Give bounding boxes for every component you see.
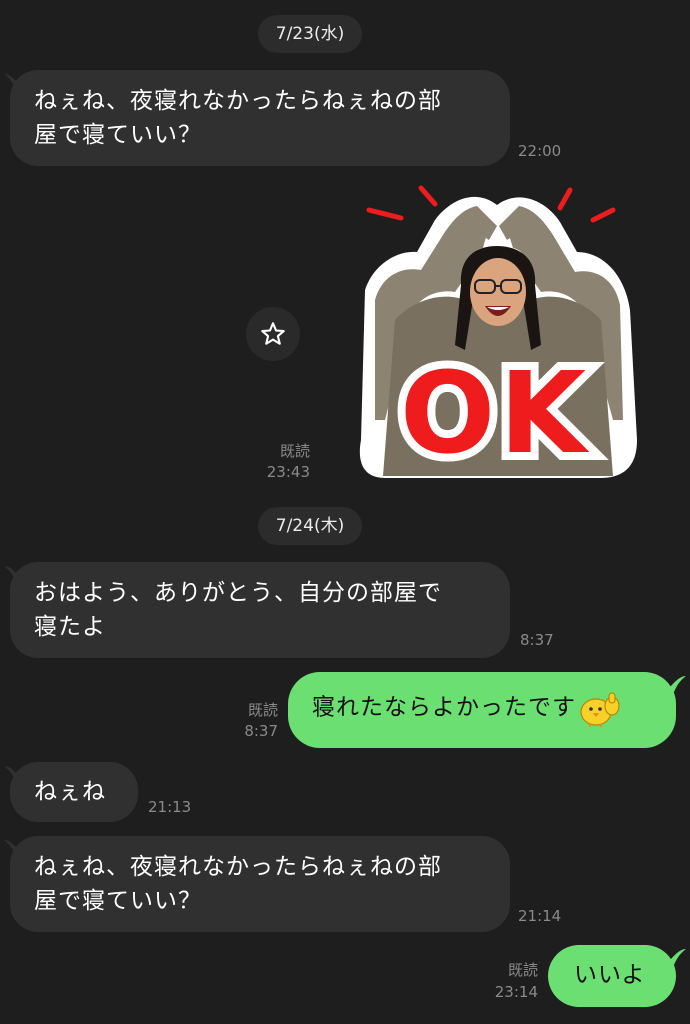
message-time: 8:37 <box>244 722 278 740</box>
sticker-ok-text: OK <box>400 349 590 479</box>
message-text: ねぇね <box>34 779 106 805</box>
read-receipt: 既読 <box>279 442 310 460</box>
message-time: 21:14 <box>518 907 562 925</box>
bubble-tail <box>666 676 686 692</box>
message-text-line: 屋で寝ていい？ <box>34 122 202 148</box>
message-time: 8:37 <box>520 631 554 649</box>
message-bubble-incoming[interactable]: おはよう、ありがとう、自分の部屋で 寝たよ <box>10 562 510 658</box>
message-bubble-outgoing[interactable]: 寝れたならよかったです <box>288 672 676 748</box>
message-bubble-outgoing[interactable]: いいよ <box>548 945 676 1007</box>
bubble-tail <box>666 949 686 965</box>
read-receipt: 既読 <box>507 961 538 979</box>
star-icon <box>261 322 285 345</box>
message-time: 21:13 <box>148 798 192 816</box>
message-text: 寝れたならよかったです <box>312 694 576 721</box>
chick-thumbs-up-emoji <box>580 692 620 727</box>
message-text: いいよ <box>574 962 646 988</box>
message-time: 23:43 <box>266 463 310 481</box>
message-text-line: ねぇね、夜寝れなかったらねぇねの部 <box>34 854 442 880</box>
ok-sticker[interactable]: OK <box>355 180 640 482</box>
message-time: 23:14 <box>494 983 538 1001</box>
message-text-line: 屋で寝ていい？ <box>34 888 202 914</box>
message-text-line: おはよう、ありがとう、自分の部屋で <box>34 580 442 606</box>
date-separator: 7/24(木) <box>258 507 362 545</box>
message-bubble-incoming[interactable]: ねぇね <box>10 762 138 822</box>
message-text-line: ねぇね、夜寝れなかったらねぇねの部 <box>34 88 442 114</box>
message-bubble-incoming[interactable]: ねぇね、夜寝れなかったらねぇねの部 屋で寝ていい？ <box>10 70 510 166</box>
date-separator: 7/23(水) <box>258 15 362 53</box>
favorite-star-button[interactable] <box>246 307 300 361</box>
message-text-line: 寝たよ <box>34 614 106 640</box>
read-receipt: 既読 <box>247 701 278 719</box>
message-time: 22:00 <box>518 142 562 160</box>
message-bubble-incoming[interactable]: ねぇね、夜寝れなかったらねぇねの部 屋で寝ていい？ <box>10 836 510 932</box>
